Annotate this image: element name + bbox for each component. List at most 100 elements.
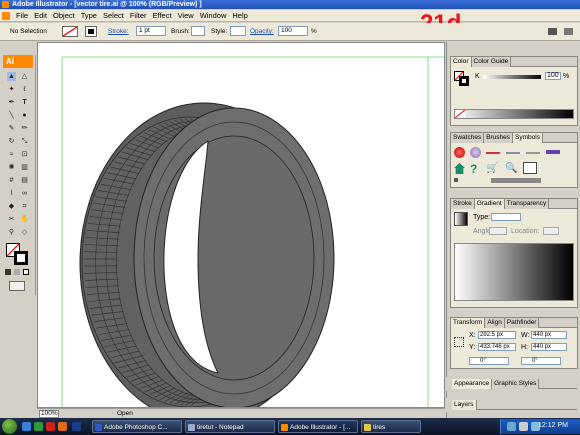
tab-layers[interactable]: Layers	[452, 400, 477, 410]
tab-transparency[interactable]: Transparency	[504, 199, 550, 209]
warp-tool-icon[interactable]: ≈	[7, 150, 16, 159]
symbol-question-icon[interactable]: ?	[470, 162, 477, 176]
menu-view[interactable]: View	[175, 10, 197, 22]
direct-selection-tool-icon[interactable]: △	[20, 72, 29, 81]
k-value-field[interactable]: 100	[545, 72, 561, 80]
menu-edit[interactable]: Edit	[31, 10, 50, 22]
tab-color[interactable]: Color	[451, 57, 472, 67]
quicklaunch-firefox-icon[interactable]	[58, 422, 67, 431]
menu-object[interactable]: Object	[50, 10, 78, 22]
tab-graphic-styles[interactable]: Graphic Styles	[492, 379, 540, 389]
gradient-type-dropdown[interactable]	[491, 213, 521, 221]
brush-dropdown[interactable]	[191, 26, 205, 36]
scale-tool-icon[interactable]: ⤡	[20, 137, 29, 146]
menu-window[interactable]: Window	[197, 10, 230, 22]
menu-type[interactable]: Type	[78, 10, 100, 22]
tray-network-icon[interactable]	[507, 422, 516, 431]
stroke-weight-field[interactable]: 1 pt	[136, 26, 166, 36]
symbol-gray-line-icon[interactable]	[526, 152, 540, 154]
menu-file[interactable]: File	[13, 10, 31, 22]
x-field[interactable]: 292.5 px	[478, 331, 516, 339]
symbol-search-icon[interactable]: 🔍	[505, 163, 517, 174]
slice-tool-icon[interactable]: ◇	[20, 228, 29, 237]
symbol-home-icon[interactable]	[454, 163, 465, 174]
line-tool-icon[interactable]: ╲	[7, 111, 16, 120]
gradient-mode-icon[interactable]	[14, 269, 20, 275]
tab-align[interactable]: Align	[485, 318, 505, 328]
reference-point-icon[interactable]	[454, 337, 464, 347]
tab-appearance[interactable]: Appearance	[452, 379, 493, 389]
task-photoshop[interactable]: Adobe Photoshop C...	[92, 420, 182, 433]
symbol-actions-bar[interactable]	[491, 178, 541, 183]
gradient-preview-swatch[interactable]	[454, 212, 468, 226]
color-stroke-box[interactable]	[459, 76, 469, 86]
ellipse-tool-icon[interactable]: ●	[20, 111, 29, 120]
symbol-cart-icon[interactable]: 🛒	[486, 163, 498, 174]
blend-tool-icon[interactable]: ∞	[20, 189, 29, 198]
start-button[interactable]	[2, 419, 17, 434]
shear-field[interactable]: 0°	[521, 357, 561, 365]
stroke-label[interactable]: Stroke:	[108, 27, 129, 37]
tab-gradient[interactable]: Gradient	[474, 199, 505, 209]
lasso-tool-icon[interactable]: ℓ	[20, 85, 29, 94]
angle-field[interactable]	[489, 227, 507, 235]
stroke-swatch[interactable]	[85, 26, 97, 37]
style-dropdown[interactable]	[230, 26, 246, 36]
h-field[interactable]: 440 px	[531, 343, 567, 351]
quicklaunch-photoshop-icon[interactable]	[72, 422, 81, 431]
column-graph-tool-icon[interactable]: ▥	[20, 163, 29, 172]
rotate-field[interactable]: 0°	[469, 357, 509, 365]
task-illustrator[interactable]: Adobe Illustrator - [...	[278, 420, 358, 433]
quicklaunch-ie-icon[interactable]	[22, 422, 31, 431]
gradient-tool-icon[interactable]: ▤	[20, 176, 29, 185]
pen-tool-icon[interactable]: ✒	[7, 98, 16, 107]
none-mode-icon[interactable]	[23, 269, 29, 275]
quicklaunch-acrobat-icon[interactable]	[46, 422, 55, 431]
control-menu-icon[interactable]	[564, 28, 573, 35]
tab-swatches[interactable]: Swatches	[451, 133, 485, 143]
w-field[interactable]: 440 px	[531, 331, 567, 339]
task-notepad[interactable]: tiretut - Notepad	[185, 420, 275, 433]
symbol-purple-bar-icon[interactable]	[546, 150, 560, 154]
tray-volume-icon[interactable]	[519, 422, 528, 431]
symbol-library-icon[interactable]	[454, 178, 458, 182]
color-spectrum-bar[interactable]	[454, 109, 574, 119]
menu-filter[interactable]: Filter	[127, 10, 150, 22]
symbol-red-ball-icon[interactable]	[454, 147, 465, 158]
location-field[interactable]	[543, 227, 559, 235]
selection-tool-icon[interactable]: ▲	[7, 72, 16, 81]
tab-symbols[interactable]: Symbols	[513, 133, 543, 143]
hand-tool-icon[interactable]: ✋	[20, 215, 29, 224]
stroke-color-box[interactable]	[14, 251, 28, 265]
fill-swatch[interactable]	[62, 26, 78, 37]
menu-select[interactable]: Select	[100, 10, 127, 22]
paintbrush-tool-icon[interactable]: ✎	[7, 124, 16, 133]
symbol-purple-ball-icon[interactable]	[470, 147, 481, 158]
document-canvas[interactable]	[37, 42, 445, 408]
color-mode-icon[interactable]	[5, 269, 11, 275]
tab-transform[interactable]: Transform	[451, 318, 486, 328]
eyedropper-tool-icon[interactable]: ⌇	[7, 189, 16, 198]
symbol-frame-icon[interactable]	[523, 162, 537, 174]
screen-mode-icon[interactable]	[9, 281, 25, 291]
opacity-label[interactable]: Opacity:	[250, 27, 274, 37]
zoom-tool-icon[interactable]: ⚲	[7, 228, 16, 237]
magic-wand-tool-icon[interactable]: ✦	[7, 85, 16, 94]
menu-help[interactable]: Help	[229, 10, 250, 22]
zoom-field[interactable]: 100%	[39, 410, 59, 418]
tab-stroke[interactable]: Stroke	[451, 199, 475, 209]
y-field[interactable]: 433.746 px	[478, 343, 516, 351]
live-paint-tool-icon[interactable]: ◆	[7, 202, 16, 211]
gradient-ramp[interactable]	[454, 243, 574, 301]
k-slider[interactable]	[483, 75, 541, 79]
mesh-tool-icon[interactable]: #	[7, 176, 16, 185]
type-tool-icon[interactable]: T	[20, 98, 29, 107]
tab-color-guide[interactable]: Color Guide	[471, 57, 512, 67]
document-setup-icon[interactable]	[548, 28, 557, 35]
tab-pathfinder[interactable]: Pathfinder	[504, 318, 540, 328]
free-transform-tool-icon[interactable]: ⊡	[20, 150, 29, 159]
quicklaunch-desktop-icon[interactable]	[34, 422, 43, 431]
tab-brushes[interactable]: Brushes	[484, 133, 514, 143]
crop-tool-icon[interactable]: ⌗	[20, 202, 29, 211]
pencil-tool-icon[interactable]: ✏	[20, 124, 29, 133]
